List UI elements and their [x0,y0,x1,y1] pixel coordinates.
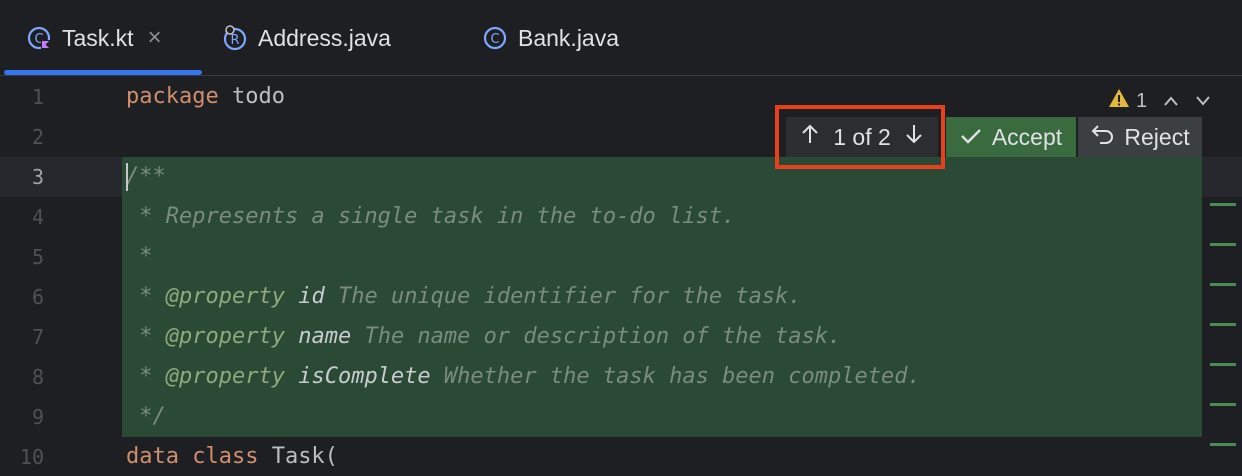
diff-marker[interactable] [1210,283,1236,286]
kdoc-param: isComplete [284,364,431,389]
line-number: 2 [31,125,44,149]
checkmark-icon [960,124,982,151]
line-number: 4 [31,205,44,229]
active-tab-indicator [4,70,202,75]
line-number: 10 [19,445,44,469]
accept-label: Accept [991,123,1063,150]
chevron-up-icon[interactable] [1163,91,1179,112]
line-number: 9 [31,405,44,429]
tab-label: Task.kt [62,24,134,51]
line-number: 6 [31,285,44,309]
kdoc-param: id [284,284,325,309]
line-number: 5 [31,245,44,269]
line-number: 1 [31,85,44,109]
diff-marker[interactable] [1210,403,1236,406]
undo-icon [1090,123,1116,151]
diff-marker[interactable] [1210,443,1236,446]
comment: The unique identifier for the task. [324,284,802,309]
inspection-widget[interactable]: 1 [1108,86,1211,116]
kdoc-param: name [284,324,352,349]
keyword: package [126,84,219,109]
code-line-7: * @property name The name or description… [126,317,841,357]
svg-text:C: C [490,32,499,47]
tab-label: Bank.java [518,24,620,51]
comment: Whether the task has been completed. [430,364,921,389]
code-line-10: data class Task( [126,437,338,476]
warning-count: 1 [1136,89,1148,112]
chevron-down-icon[interactable] [1195,91,1211,112]
comment: * [126,324,166,349]
identifier: Task( [258,444,338,469]
warning-triangle-icon [1108,88,1130,114]
kotlin-class-icon: C [26,25,52,51]
java-record-icon: R [222,25,248,51]
diff-marker[interactable] [1210,323,1236,326]
comment: * [126,284,166,309]
editor-tab-bar: C Task.kt × R Address.java C Bank.java [0,0,1242,76]
code-line-5: * [126,244,153,269]
reject-label: Reject [1124,123,1190,150]
code-line-1: package todo [126,77,285,117]
svg-text:R: R [230,33,239,48]
text-caret [126,163,128,191]
tab-bank-java[interactable]: C Bank.java [482,0,619,76]
identifier: todo [218,84,285,109]
close-icon[interactable]: × [148,24,162,52]
keyword: data class [126,444,259,469]
line-number: 8 [31,365,44,389]
code-line-9: */ [126,404,166,429]
tab-address-java[interactable]: R Address.java [222,0,391,76]
diff-marker[interactable] [1210,203,1236,206]
code-line-4: * Represents a single task in the to-do … [126,204,736,229]
annotation-highlight-box [775,105,945,169]
comment: * [126,364,166,389]
kdoc-tag: @property [165,364,285,389]
comment: The name or description of the task. [351,324,842,349]
diff-marker[interactable] [1210,363,1236,366]
kdoc-tag: @property [165,284,285,309]
code-line-8: * @property isComplete Whether the task … [126,357,921,397]
accept-button[interactable]: Accept [946,117,1076,157]
line-number: 3 [31,165,44,189]
code-line-6: * @property id The unique identifier for… [126,277,802,317]
diff-marker[interactable] [1210,243,1236,246]
java-class-icon: C [482,25,508,51]
reject-button[interactable]: Reject [1078,117,1202,157]
tab-label: Address.java [258,24,391,51]
kdoc-tag: @property [165,324,285,349]
code-line-3: /** [126,164,166,189]
tab-task-kt[interactable]: C Task.kt × [26,0,162,76]
line-number: 7 [31,325,44,349]
